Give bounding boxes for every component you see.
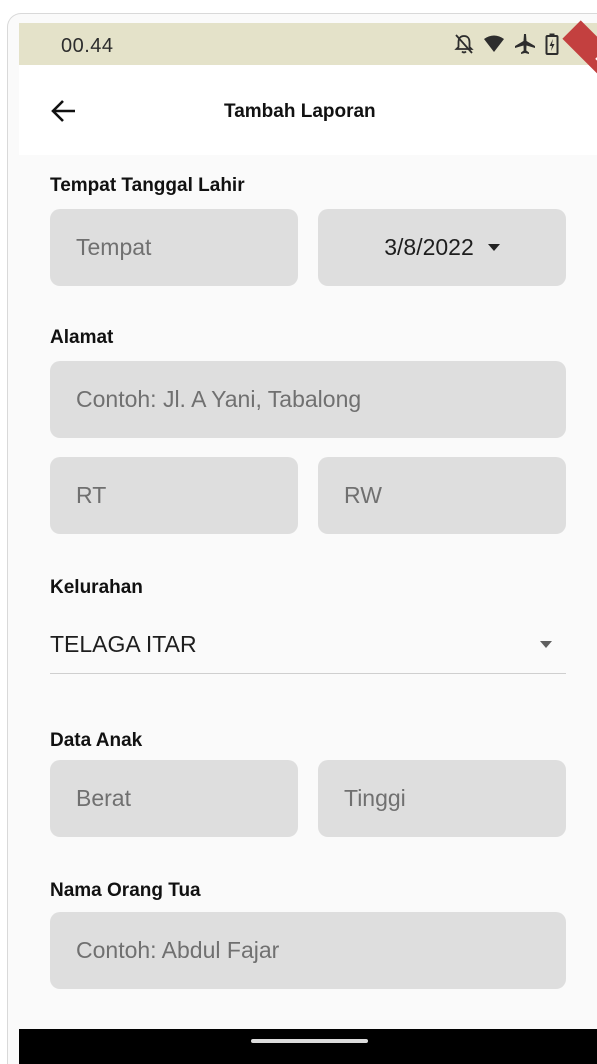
- address-label: Alamat: [50, 327, 114, 348]
- page-title: Tambah Laporan: [224, 101, 376, 122]
- home-gesture-handle[interactable]: [251, 1039, 368, 1043]
- caret-down-icon: [487, 244, 500, 251]
- wifi-icon: [483, 34, 505, 54]
- birth-section-label: Tempat Tanggal Lahir: [50, 175, 245, 196]
- arrow-back-icon[interactable]: [49, 96, 79, 126]
- child-data-label: Data Anak: [50, 730, 143, 751]
- rt-input[interactable]: RT: [50, 457, 298, 534]
- address-input[interactable]: Contoh: Jl. A Yani, Tabalong: [50, 361, 566, 438]
- weight-input[interactable]: Berat: [50, 760, 298, 837]
- debug-banner: DEBUG: [562, 20, 597, 124]
- birth-date-value: 3/8/2022: [384, 234, 474, 260]
- parent-name-label: Nama Orang Tua: [50, 880, 201, 901]
- battery-icon: [545, 33, 559, 55]
- birth-date-picker[interactable]: 3/8/2022: [318, 209, 566, 286]
- rw-input[interactable]: RW: [318, 457, 566, 534]
- phone-frame: 00.44 Tambah Laporan DEBUG Tempat Tangga…: [7, 13, 597, 1064]
- kelurahan-label: Kelurahan: [50, 577, 143, 598]
- kelurahan-dropdown[interactable]: TELAGA ITAR: [50, 615, 566, 674]
- notifications-off-icon: [454, 33, 474, 55]
- parent-name-input[interactable]: Contoh: Abdul Fajar: [50, 912, 566, 989]
- caret-down-icon: [540, 640, 552, 648]
- status-icons: [454, 32, 559, 56]
- height-input[interactable]: Tinggi: [318, 760, 566, 837]
- airplane-icon: [514, 33, 536, 55]
- kelurahan-value: TELAGA ITAR: [50, 630, 197, 657]
- birthplace-input[interactable]: Tempat: [50, 209, 298, 286]
- app-bar: Tambah Laporan DEBUG: [19, 20, 597, 155]
- status-time: 00.44: [61, 35, 114, 57]
- status-bar: 00.44: [19, 23, 597, 65]
- system-nav-bar: [19, 1029, 597, 1064]
